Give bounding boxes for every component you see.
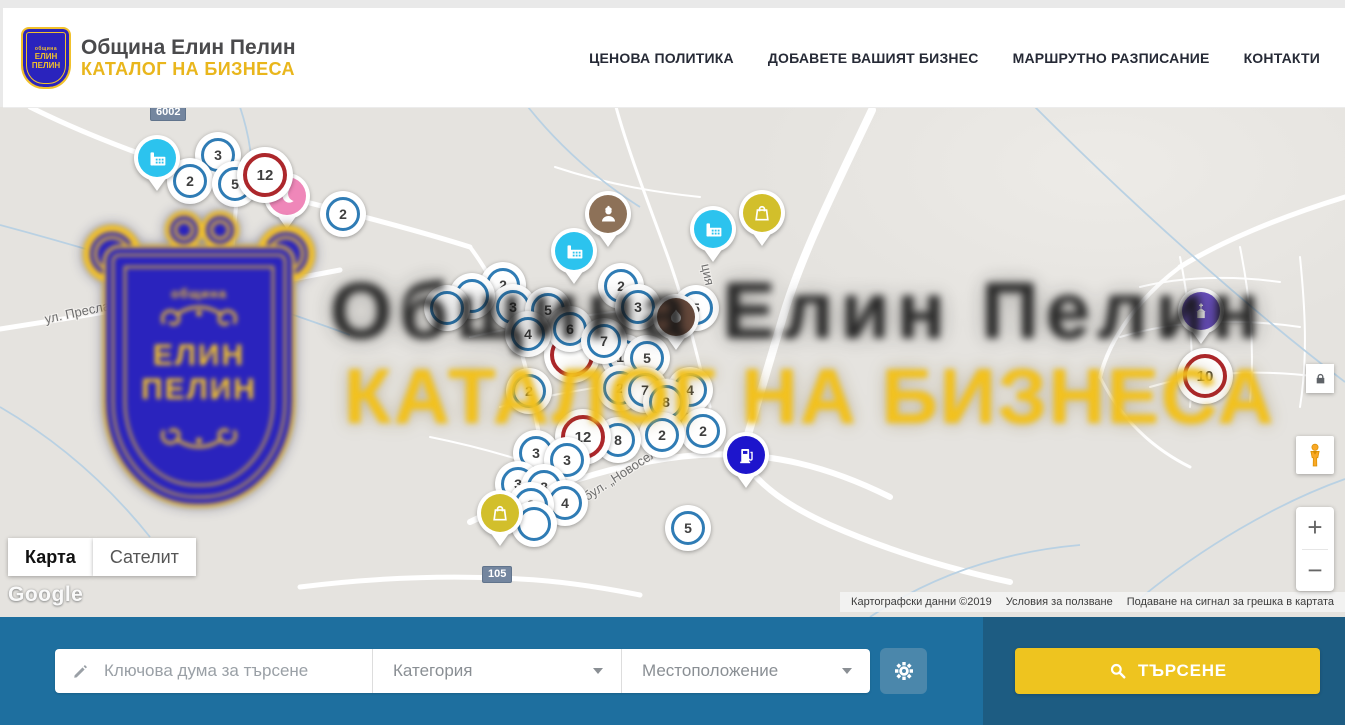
site-subtitle: КАТАЛОГ НА БИЗНЕСА <box>81 59 296 79</box>
pin-tail <box>736 474 756 488</box>
main-nav: ЦЕНОВА ПОЛИТИКА ДОБАВЕТЕ ВАШИЯТ БИЗНЕС М… <box>589 50 1345 66</box>
map-type-control: Карта Сателит <box>8 538 196 576</box>
advanced-settings-button[interactable] <box>880 648 927 694</box>
logo-name-line1: ЕЛИН <box>35 52 57 61</box>
logo-name-line2: ПЕЛИН <box>32 61 60 70</box>
map-type-map-button[interactable]: Карта <box>8 538 93 576</box>
road-shield: 105 <box>482 566 512 583</box>
site-title: Община Елин Пелин <box>81 36 296 59</box>
map-attribution: Картографски данни ©2019 Условия за полз… <box>840 592 1345 612</box>
google-logo[interactable]: Google <box>8 583 83 607</box>
factory-icon <box>138 139 176 177</box>
search-panel: Категория Местоположение <box>0 617 1345 725</box>
municipality-logo: община ЕЛИН ПЕЛИН <box>21 27 71 89</box>
attribution-report-link[interactable]: Подаване на сигнал за грешка в картата <box>1127 596 1334 608</box>
cluster-count: 7 <box>587 324 621 358</box>
pegman-icon <box>1304 442 1326 469</box>
pin-tail <box>490 532 510 546</box>
header: община ЕЛИН ПЕЛИН Община Елин Пелин КАТА… <box>3 8 1345 108</box>
bag-icon <box>481 494 519 532</box>
bag-category-pin[interactable] <box>477 490 523 536</box>
cluster-marker[interactable]: 2 <box>320 191 366 237</box>
cluster-count: 5 <box>671 511 705 545</box>
cluster-marker[interactable]: 2 <box>680 408 726 454</box>
cluster-count: 2 <box>686 414 720 448</box>
search-button[interactable]: ТЪРСЕНЕ <box>1015 648 1320 694</box>
road-shield: 6002 <box>150 107 186 121</box>
factory-icon <box>694 210 732 248</box>
pin-tail <box>703 248 723 262</box>
bag-icon <box>743 194 781 232</box>
pencil-icon <box>72 662 90 680</box>
keyword-input[interactable] <box>102 660 372 682</box>
lock-icon <box>1314 372 1327 386</box>
attribution-data-notice: Картографски данни ©2019 <box>851 596 992 608</box>
pin-tail <box>147 177 167 191</box>
search-fieldbar: Категория Местоположение <box>55 649 870 693</box>
factory-category-pin[interactable] <box>690 206 736 252</box>
cluster-count: 12 <box>243 153 287 197</box>
page: община ЕЛИН ПЕЛИН Община Елин Пелин КАТА… <box>0 0 1345 725</box>
search-icon <box>1108 661 1128 681</box>
nav-item-bus-schedule[interactable]: МАРШРУТНО РАЗПИСАНИЕ <box>1013 50 1210 66</box>
attribution-terms-link[interactable]: Условия за ползване <box>1006 596 1113 608</box>
flame-icon <box>657 298 695 336</box>
pin-tail <box>752 232 772 246</box>
zoom-out-button[interactable]: − <box>1296 550 1334 592</box>
map-canvas[interactable]: 6002105ул. Преславбул. „Новоселция 23523… <box>0 107 1345 617</box>
pin-tail <box>277 215 297 229</box>
cluster-count: 2 <box>512 374 546 408</box>
cluster-count: 2 <box>645 418 679 452</box>
cluster-marker[interactable]: 2 <box>506 368 552 414</box>
zoom-in-button[interactable]: + <box>1296 507 1334 549</box>
pin-tail <box>564 270 584 284</box>
cluster-marker[interactable] <box>424 285 470 331</box>
cluster-marker[interactable]: 2 <box>639 412 685 458</box>
cluster-marker[interactable]: 12 <box>237 147 293 203</box>
location-select[interactable]: Местоположение <box>622 649 870 693</box>
cluster-count <box>430 291 464 325</box>
factory-category-pin[interactable] <box>551 228 597 274</box>
map-type-satellite-button[interactable]: Сателит <box>93 538 196 576</box>
search-panel-left: Категория Местоположение <box>0 617 983 725</box>
location-label: Местоположение <box>642 661 778 681</box>
nav-item-contacts[interactable]: КОНТАКТИ <box>1244 50 1320 66</box>
cluster-marker[interactable]: 4 <box>505 311 551 357</box>
keyword-segment <box>55 649 372 693</box>
category-label: Категория <box>393 661 472 681</box>
pegman-button[interactable] <box>1296 436 1334 474</box>
chevron-down-icon <box>593 668 603 674</box>
search-panel-right: ТЪРСЕНЕ <box>983 617 1345 725</box>
cluster-marker[interactable]: 10 <box>1177 348 1233 404</box>
gear-icon <box>892 659 916 683</box>
search-button-label: ТЪРСЕНЕ <box>1138 661 1227 681</box>
chevron-down-icon <box>842 668 852 674</box>
fuel-icon <box>727 436 765 474</box>
zoom-control: + − <box>1296 507 1334 591</box>
brand-text: Община Елин Пелин КАТАЛОГ НА БИЗНЕСА <box>81 36 296 79</box>
factory-category-pin[interactable] <box>134 135 180 181</box>
factory-icon <box>555 232 593 270</box>
pin-tail <box>666 336 686 350</box>
fuel-category-pin[interactable] <box>723 432 769 478</box>
cluster-marker[interactable]: 7 <box>581 318 627 364</box>
nav-item-add-business[interactable]: ДОБАВЕТЕ ВАШИЯТ БИЗНЕС <box>768 50 979 66</box>
cluster-count: 4 <box>511 317 545 351</box>
church-category-pin[interactable] <box>1178 288 1224 334</box>
bag-category-pin[interactable] <box>739 190 785 236</box>
cluster-count: 10 <box>1183 354 1227 398</box>
cluster-count: 3 <box>621 290 655 324</box>
church-icon <box>1182 292 1220 330</box>
cluster-count: 2 <box>326 197 360 231</box>
nav-item-pricing[interactable]: ЦЕНОВА ПОЛИТИКА <box>589 50 734 66</box>
brand[interactable]: община ЕЛИН ПЕЛИН Община Елин Пелин КАТА… <box>3 27 296 89</box>
category-select[interactable]: Категория <box>373 649 621 693</box>
pin-tail <box>1191 330 1211 344</box>
cluster-marker[interactable]: 5 <box>665 505 711 551</box>
pin-tail <box>598 233 618 247</box>
flame-category-pin[interactable] <box>653 294 699 340</box>
lock-button[interactable] <box>1306 364 1334 393</box>
